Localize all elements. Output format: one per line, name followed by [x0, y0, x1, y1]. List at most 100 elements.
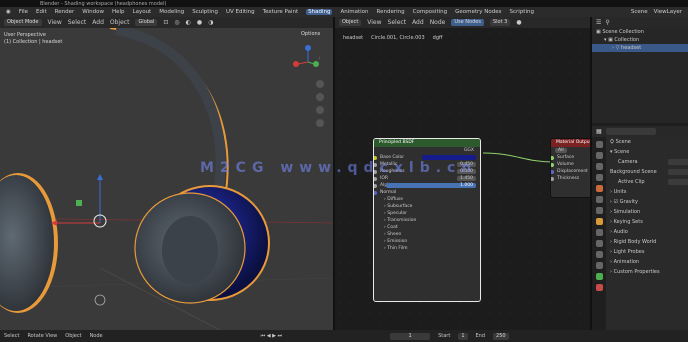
panel-custom-properties[interactable]: › Custom Properties — [606, 267, 688, 277]
camera-icon[interactable] — [316, 106, 324, 114]
scene-selector[interactable]: Scene — [631, 9, 648, 15]
collection-tab-icon[interactable] — [595, 207, 603, 214]
object-tab-icon[interactable] — [595, 218, 603, 225]
bsdf-panel-coat[interactable]: › Coat — [374, 224, 480, 231]
outliner-row-headset[interactable]: › ▽ headset — [592, 44, 688, 52]
constraints-tab-icon[interactable] — [595, 262, 603, 269]
vp-menu-object[interactable]: Object — [110, 19, 130, 26]
bsdf-row-normal[interactable]: Normal — [374, 189, 480, 196]
properties-search[interactable] — [605, 128, 656, 135]
tab-shading[interactable]: Shading — [306, 9, 333, 15]
tab-sculpting[interactable]: Sculpting — [192, 9, 218, 15]
output-row-displacement[interactable]: Displacement — [551, 168, 590, 175]
shading-solid-icon[interactable]: ● — [197, 19, 202, 26]
material-tab-icon[interactable] — [595, 284, 603, 291]
3d-viewport[interactable]: User Perspective (1) Collection | headse… — [0, 28, 333, 330]
field-background-scene[interactable]: Background Scene — [606, 167, 688, 177]
playback-controls[interactable]: ⏮ ◀ ▶ ⏭ — [261, 333, 282, 339]
ne-menu-select[interactable]: Select — [388, 19, 407, 26]
tab-geometry-nodes[interactable]: Geometry Nodes — [455, 9, 501, 15]
bsdf-row-ior[interactable]: IOR 1.450 — [374, 175, 480, 182]
pan-hand-icon[interactable] — [316, 93, 324, 101]
navigation-gizmo[interactable] — [290, 40, 320, 70]
end-frame[interactable]: 250 — [493, 332, 509, 340]
panel-audio[interactable]: › Audio — [606, 227, 688, 237]
output-target-select[interactable]: All — [551, 147, 590, 154]
physics-tab-icon[interactable] — [595, 251, 603, 258]
output-tab-icon[interactable] — [595, 163, 603, 170]
tab-uv-editing[interactable]: UV Editing — [226, 9, 255, 15]
panel-keying-sets[interactable]: › Keying Sets — [606, 217, 688, 227]
modifier-tab-icon[interactable] — [595, 229, 603, 236]
proportional-icon[interactable]: ◎ — [174, 19, 179, 26]
ne-menu-add[interactable]: Add — [412, 19, 424, 26]
bsdf-panel-sheen[interactable]: › Sheen — [374, 231, 480, 238]
output-row-volume[interactable]: Volume — [551, 161, 590, 168]
shader-node-editor[interactable]: headset Circle.001, Circle.003 dgff Prin… — [335, 28, 590, 330]
current-frame[interactable]: 1 — [390, 332, 431, 340]
menu-edit[interactable]: Edit — [36, 9, 47, 15]
shading-material-icon[interactable]: ◑ — [208, 19, 213, 26]
transform-orientation[interactable]: Global — [135, 19, 158, 26]
use-nodes-toggle[interactable]: Use Nodes — [451, 19, 484, 26]
zoom-icon[interactable] — [316, 80, 324, 88]
output-row-thickness[interactable]: Thickness — [551, 175, 590, 182]
menu-file[interactable]: File — [19, 9, 28, 15]
outliner-row-scene-collection[interactable]: ▣ Scene Collection — [592, 28, 688, 36]
panel-gravity[interactable]: › ☑ Gravity — [606, 197, 688, 207]
outliner-type-icon[interactable]: ☰ — [596, 19, 601, 26]
view-layer-selector[interactable]: ViewLayer — [654, 9, 682, 15]
bsdf-panel-specular[interactable]: › Specular — [374, 210, 480, 217]
material-output-node[interactable]: Material Output All Surface Volume Displ… — [550, 138, 590, 198]
tab-modeling[interactable]: Modeling — [159, 9, 184, 15]
panel-simulation[interactable]: › Simulation — [606, 207, 688, 217]
ne-menu-view[interactable]: View — [367, 19, 381, 26]
start-frame[interactable]: 1 — [458, 332, 468, 340]
tab-animation[interactable]: Animation — [340, 9, 368, 15]
output-row-surface[interactable]: Surface — [551, 154, 590, 161]
options-button[interactable]: Options — [298, 31, 324, 38]
overlay-icon[interactable]: ◐ — [186, 19, 191, 26]
filter-icon[interactable]: ⚲ — [605, 19, 609, 26]
menu-window[interactable]: Window — [82, 9, 104, 15]
vp-menu-add[interactable]: Add — [92, 19, 104, 26]
panel-units[interactable]: › Units — [606, 187, 688, 197]
ne-menu-node[interactable]: Node — [430, 19, 446, 26]
tool-tab-icon[interactable] — [595, 141, 603, 148]
particles-tab-icon[interactable] — [595, 240, 603, 247]
perspective-grid-icon[interactable] — [316, 119, 324, 127]
tab-texture-paint[interactable]: Texture Paint — [263, 9, 299, 15]
data-tab-icon[interactable] — [595, 273, 603, 280]
tab-scripting[interactable]: Scripting — [510, 9, 534, 15]
menu-render[interactable]: Render — [55, 9, 75, 15]
material-sphere-icon[interactable]: ● — [516, 19, 521, 26]
mode-dropdown[interactable]: Object Mode — [4, 19, 42, 26]
properties-type-icon[interactable]: ▦ — [596, 128, 602, 135]
menu-help[interactable]: Help — [112, 9, 125, 15]
panel-scene[interactable]: ▾ Scene — [606, 147, 688, 157]
render-tab-icon[interactable] — [595, 152, 603, 159]
slot-dropdown[interactable]: Slot 3 — [489, 19, 511, 26]
blender-logo-icon[interactable]: ◉ — [6, 9, 11, 15]
tab-compositing[interactable]: Compositing — [413, 9, 447, 15]
panel-light-probes[interactable]: › Light Probes — [606, 247, 688, 257]
vp-menu-view[interactable]: View — [48, 19, 62, 26]
tab-rendering[interactable]: Rendering — [377, 9, 405, 15]
world-tab-icon[interactable] — [595, 196, 603, 203]
bsdf-distribution[interactable]: GGX — [374, 147, 480, 154]
panel-rigid-body-world[interactable]: › Rigid Body World — [606, 237, 688, 247]
bsdf-panel-emission[interactable]: › Emission — [374, 238, 480, 245]
bsdf-panel-transmission[interactable]: › Transmission — [374, 217, 480, 224]
snap-icon[interactable]: ⊡ — [163, 19, 168, 26]
field-camera[interactable]: Camera — [606, 157, 688, 167]
bsdf-row-alpha[interactable]: Alpha1.000 — [374, 182, 480, 189]
vp-menu-select[interactable]: Select — [68, 19, 87, 26]
view-layer-tab-icon[interactable] — [595, 174, 603, 181]
field-active-clip[interactable]: Active Clip — [606, 177, 688, 187]
outliner-row-collection[interactable]: ▾ ▣ Collection — [592, 36, 688, 44]
bsdf-panel-subsurface[interactable]: › Subsurface — [374, 203, 480, 210]
panel-animation[interactable]: › Animation — [606, 257, 688, 267]
bsdf-panel-diffuse[interactable]: › Diffuse — [374, 196, 480, 203]
outliner[interactable]: ▣ Scene Collection ▾ ▣ Collection › ▽ he… — [592, 28, 688, 123]
bsdf-panel-thin-film[interactable]: › Thin Film — [374, 245, 480, 252]
